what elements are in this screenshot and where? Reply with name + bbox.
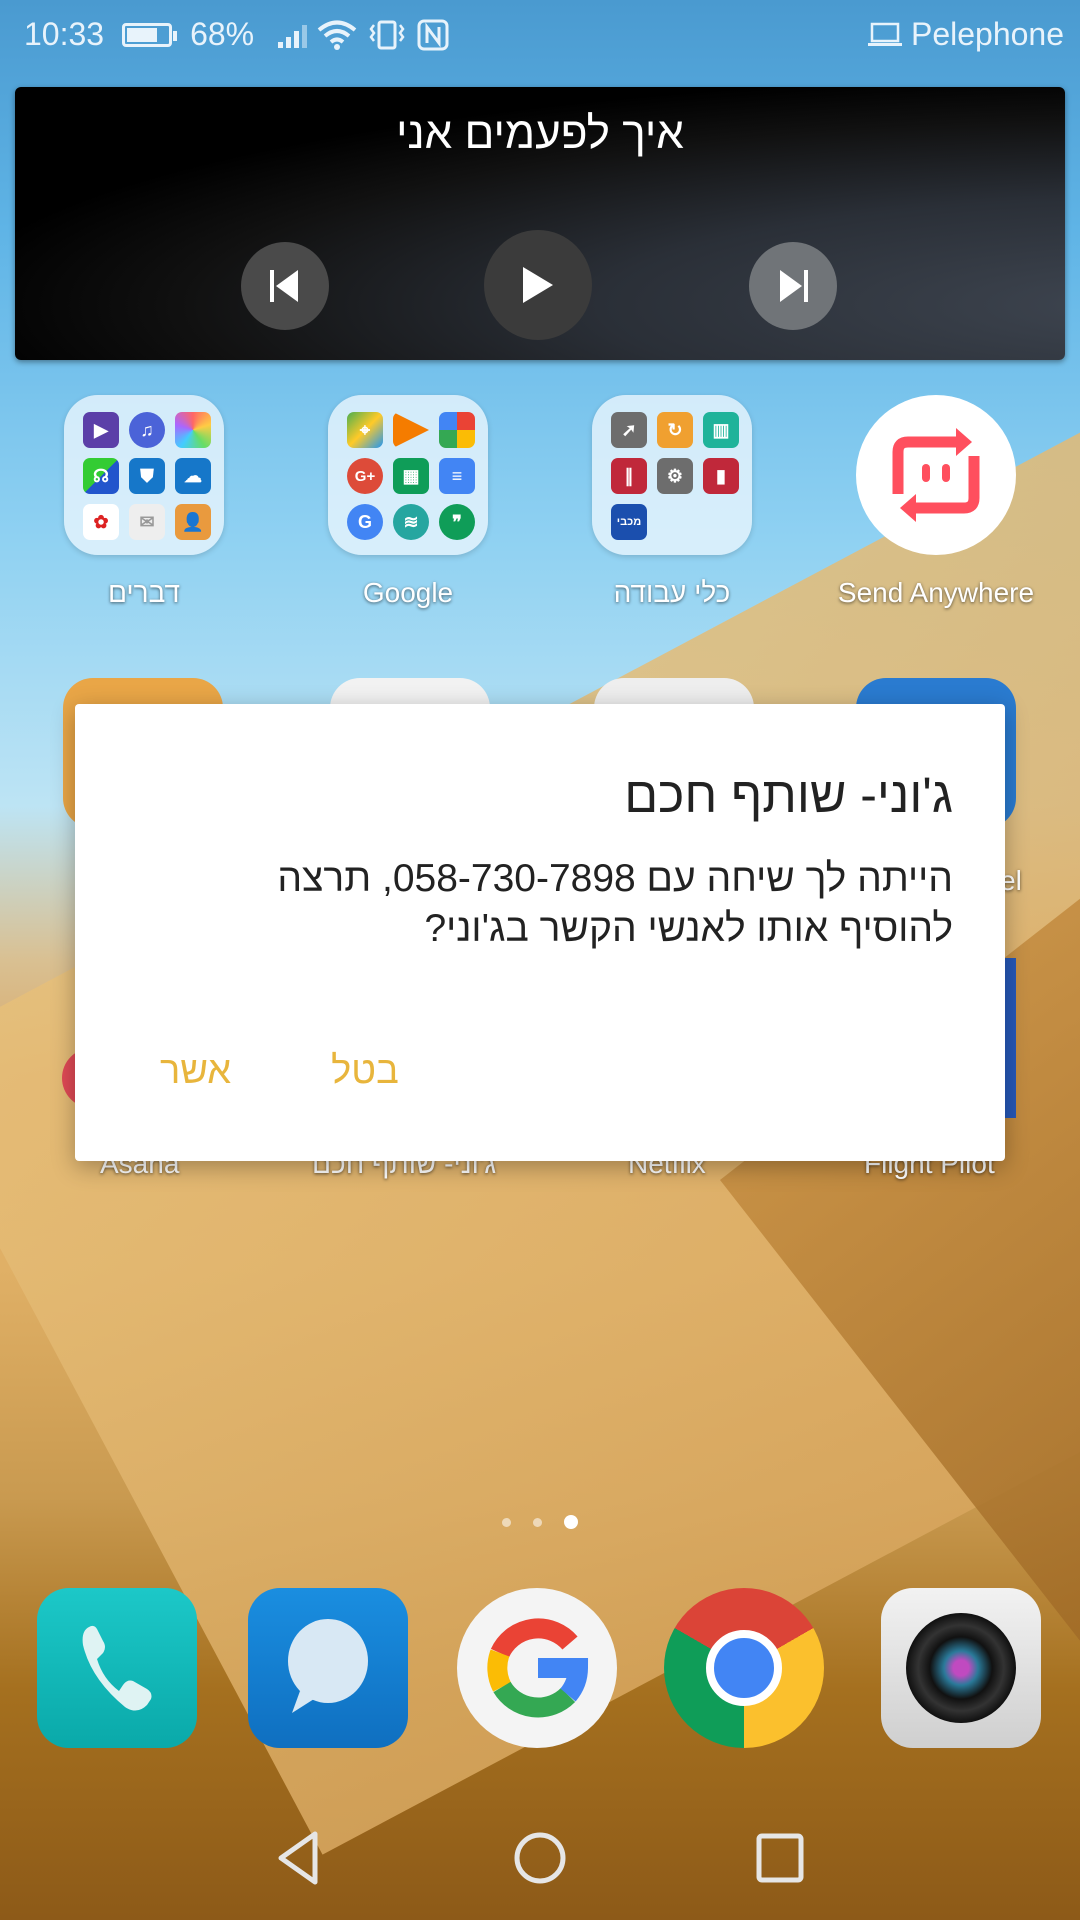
settings-icon: ⚙ [657,458,693,494]
send-anywhere-icon [856,395,1016,555]
page-dot[interactable] [502,1517,511,1527]
phone-icon [82,1625,152,1711]
maccabi-icon: מכבי [611,504,647,540]
compass-icon: ➚ [611,412,647,448]
music-widget[interactable]: איך לפעמים אני [15,87,1065,360]
home-icon [514,1832,566,1884]
battery-percent: 68% [190,16,255,52]
folder-icon: ⌖ G+ ▦ ≡ G ≋ ❞ [328,395,488,555]
back-button[interactable] [260,1818,340,1898]
play-music-icon [393,412,429,448]
page-dot[interactable] [533,1517,542,1527]
previous-track-button[interactable] [241,242,329,330]
add-contact-dialog: ג'וני- שותף חכם הייתה לך שיחה עם 058-730… [75,704,1005,1161]
page-indicator [0,1515,1080,1529]
home-button[interactable] [500,1818,580,1898]
music-icon: ♫ [129,412,165,448]
google-g-icon [487,1618,589,1718]
skip-next-icon [780,270,808,302]
app-send-anywhere[interactable]: Send Anywhere [836,395,1036,609]
back-icon [278,1831,318,1885]
chrome-icon [706,1630,782,1706]
skip-previous-icon [270,270,298,302]
navigation-bar [0,1790,1080,1920]
dock-google[interactable] [457,1588,617,1748]
dock-phone[interactable] [37,1588,197,1748]
flashlight-icon: ▮ [703,458,739,494]
backup-icon: ↻ [657,412,693,448]
recents-button[interactable] [740,1818,820,1898]
maps-icon: ⌖ [347,412,383,448]
dock-camera[interactable] [881,1588,1041,1748]
laptop-icon [867,22,902,46]
hangouts-icon: ❞ [439,504,475,540]
recorder-icon: ∥ [611,458,647,494]
video-icon: ▶ [83,412,119,448]
docs-icon: ≡ [439,458,475,494]
recents-icon [756,1833,804,1883]
contacts-icon: 👤 [175,504,211,540]
clock: 10:33 [24,16,105,52]
support-icon: ☊ [83,458,119,494]
dialog-title: ג'וני- שותף חכם [624,767,953,823]
status-bar: 10:33 68% Pelephone [0,0,1080,72]
google-plus-icon: G+ [347,458,383,494]
page-dot-active[interactable] [564,1515,578,1529]
gallery-icon [175,412,211,448]
nfc-icon [417,19,449,50]
folder-icon: ▶ ♫ ☊ ⛊ ☁ ✿ ✉ 👤 [64,395,224,555]
camera-lens-icon [906,1613,1016,1723]
app-label: דברים [107,577,181,608]
app-label: Send Anywhere [837,577,1035,608]
app-label: Google [362,577,454,608]
folder-google[interactable]: ⌖ G+ ▦ ≡ G ≋ ❞ Google [308,395,508,609]
signal-icon [278,22,308,48]
carrier-name: Pelephone [910,16,1064,52]
wifi-icon [317,20,357,50]
sheets-icon: ▦ [393,458,429,494]
play-button[interactable] [484,230,592,340]
photos-icon [439,412,475,448]
phone-manager-icon: ⛊ [129,458,165,494]
weather-icon: ☁ [175,458,211,494]
folder-work-tools[interactable]: ➚ ↻ ▥ ∥ ⚙ ▮ מכבי כלי עבודה [572,395,772,609]
next-track-button[interactable] [749,242,837,330]
swiftkey-icon: ≋ [393,504,429,540]
play-icon [523,267,553,303]
sim-toolkit-icon: ▥ [703,412,739,448]
confirm-button[interactable]: אשר [160,1050,231,1093]
email-icon: ✉ [129,504,165,540]
google-icon: G [347,504,383,540]
dock-messages[interactable] [248,1588,408,1748]
cancel-button[interactable]: בטל [331,1050,399,1093]
battery-icon [122,22,178,47]
dialog-buttons: אשר בטל [160,1050,399,1093]
track-title: איך לפעמים אני [396,109,684,158]
folder-icon: ➚ ↻ ▥ ∥ ⚙ ▮ מכבי [592,395,752,555]
huawei-icon: ✿ [83,504,119,540]
folder-things[interactable]: ▶ ♫ ☊ ⛊ ☁ ✿ ✉ 👤 דברים [44,395,244,609]
dock-chrome[interactable] [664,1588,824,1748]
chat-bubble-icon [288,1619,368,1713]
app-label: כלי עבודה [613,577,731,608]
dialog-message: הייתה לך שיחה עם 058-730-7898, תרצה להוס… [277,857,953,950]
vibrate-icon [369,20,405,49]
